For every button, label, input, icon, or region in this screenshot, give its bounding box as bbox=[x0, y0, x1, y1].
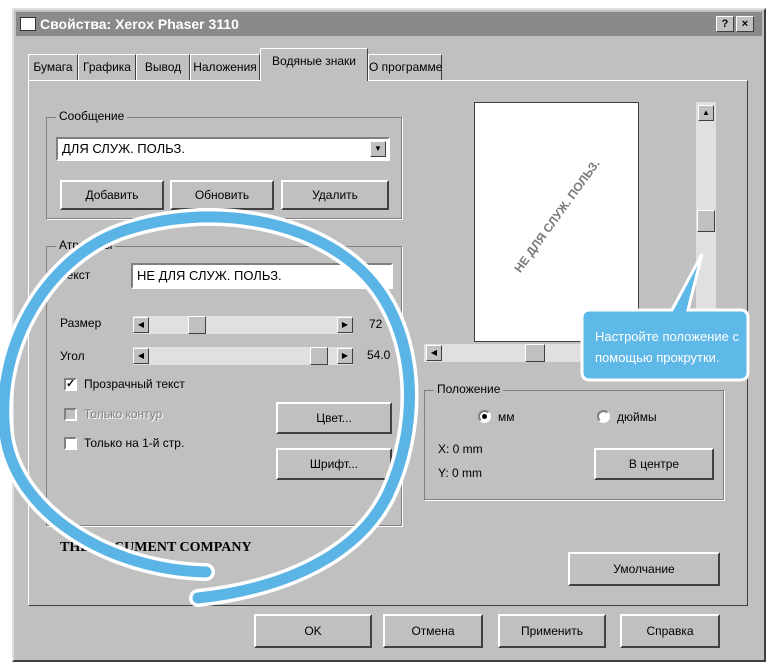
highlight-circle bbox=[0, 208, 419, 607]
apply-button[interactable]: Применить bbox=[498, 614, 606, 648]
tab-watermarks[interactable]: Водяные знаки bbox=[260, 48, 368, 81]
help-button[interactable]: Справка bbox=[620, 614, 720, 648]
cancel-button[interactable]: Отмена bbox=[383, 614, 483, 648]
ok-button[interactable]: OK bbox=[254, 614, 372, 648]
